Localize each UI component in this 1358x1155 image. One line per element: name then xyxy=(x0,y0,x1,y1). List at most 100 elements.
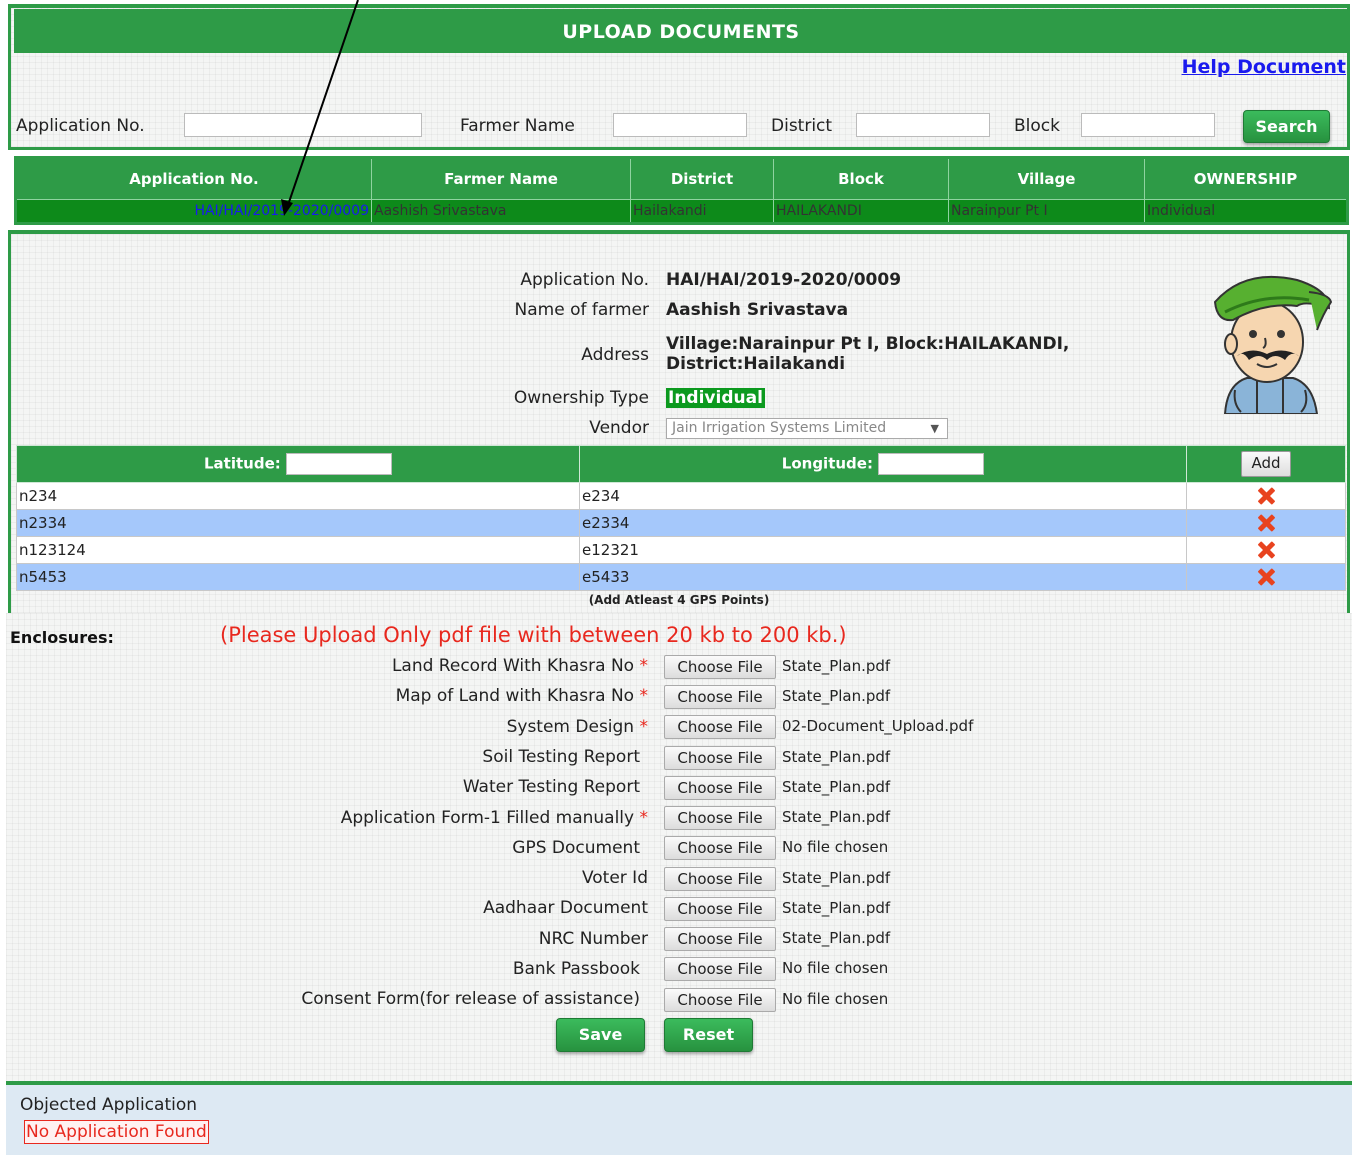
farmer-name-label: Name of farmer xyxy=(514,300,649,320)
chosen-file-name: No file chosen xyxy=(782,838,889,856)
application-no-link[interactable]: HAI/HAI/2019-2020/0009 xyxy=(15,199,372,224)
choose-file-button[interactable]: Choose File xyxy=(664,685,776,709)
address-label: Address xyxy=(581,345,649,365)
column-header-farmer-name: Farmer Name xyxy=(371,157,631,200)
gps-longitude-cell: e234 xyxy=(579,482,1187,510)
document-label-consent-form: Consent Form(for release of assistance) xyxy=(301,989,640,1009)
choose-file-button[interactable]: Choose File xyxy=(664,897,776,921)
chevron-down-icon: ▼ xyxy=(930,422,939,435)
gps-delete-cell xyxy=(1186,536,1346,564)
table-row: n234 e234 xyxy=(16,482,1346,510)
search-block-label: Block xyxy=(1014,116,1060,136)
longitude-header: Longitude: xyxy=(579,445,1187,483)
choose-file-button[interactable]: Choose File xyxy=(664,988,776,1012)
choose-file-button[interactable]: Choose File xyxy=(664,867,776,891)
choose-file-button[interactable]: Choose File xyxy=(664,746,776,770)
upload-size-note: (Please Upload Only pdf file with betwee… xyxy=(220,623,847,647)
search-block-input[interactable] xyxy=(1081,113,1215,137)
choose-file-button[interactable]: Choose File xyxy=(664,776,776,800)
save-button[interactable]: Save xyxy=(556,1018,645,1052)
chosen-file-name: State_Plan.pdf xyxy=(782,687,891,705)
address-line-1: Village:Narainpur Pt I, Block:HAILAKANDI… xyxy=(666,334,1070,354)
table-cell: Aashish Srivastava xyxy=(371,199,631,224)
choose-file-button[interactable]: Choose File xyxy=(664,655,776,679)
chosen-file-name: State_Plan.pdf xyxy=(782,657,891,675)
document-label-map-of-land: Map of Land with Khasra No * xyxy=(395,686,648,706)
document-label-nrc-number: NRC Number xyxy=(538,929,648,949)
vendor-select[interactable]: Jain Irrigation Systems Limited ▼ xyxy=(666,418,948,439)
latitude-header: Latitude: xyxy=(16,445,580,483)
search-farmer-name-label: Farmer Name xyxy=(460,116,575,136)
column-header-block: Block xyxy=(773,157,949,200)
table-cell: Narainpur Pt I xyxy=(948,199,1145,224)
gps-longitude-cell: e5433 xyxy=(579,563,1187,591)
table-cell: Hailakandi xyxy=(630,199,774,224)
address-line-2: District:Hailakandi xyxy=(666,354,846,374)
choose-file-button[interactable]: Choose File xyxy=(664,927,776,951)
gps-points-table: Latitude: Longitude: Add n234 e234 n2334… xyxy=(16,445,1346,591)
search-farmer-name-input[interactable] xyxy=(613,113,747,137)
gps-latitude-cell: n234 xyxy=(16,482,580,510)
document-label-gps: GPS Document xyxy=(512,838,640,858)
add-gps-button[interactable]: Add xyxy=(1241,451,1291,477)
no-application-message: No Application Found xyxy=(24,1120,209,1144)
choose-file-button[interactable]: Choose File xyxy=(664,715,776,739)
chosen-file-name: State_Plan.pdf xyxy=(782,929,891,947)
ownership-badge: Individual xyxy=(666,388,765,408)
ownership-type-label: Ownership Type xyxy=(513,388,649,408)
latitude-label: Latitude: xyxy=(204,454,281,473)
gps-latitude-cell: n2334 xyxy=(16,509,580,537)
table-cell: HAILAKANDI xyxy=(773,199,949,224)
search-application-no-label: Application No. xyxy=(16,116,145,136)
gps-longitude-cell: e12321 xyxy=(579,536,1187,564)
choose-file-button[interactable]: Choose File xyxy=(664,806,776,830)
chosen-file-name: No file chosen xyxy=(782,990,889,1008)
search-district-input[interactable] xyxy=(856,113,990,137)
column-header-district: District xyxy=(630,157,774,200)
vendor-label: Vendor xyxy=(589,418,649,438)
application-no-label: Application No. xyxy=(520,270,649,290)
add-gps-header: Add xyxy=(1186,445,1346,483)
table-row[interactable]: HAI/HAI/2019-2020/0009 Aashish Srivastav… xyxy=(15,199,1348,224)
farmer-avatar-icon xyxy=(1213,275,1333,414)
chosen-file-name: No file chosen xyxy=(782,959,889,977)
latitude-input[interactable] xyxy=(286,453,392,475)
reset-button[interactable]: Reset xyxy=(664,1018,753,1052)
search-application-no-input[interactable] xyxy=(184,113,422,137)
document-label-aadhaar: Aadhaar Document xyxy=(483,898,648,918)
delete-x-icon[interactable] xyxy=(1257,514,1275,532)
gps-delete-cell xyxy=(1186,563,1346,591)
help-document-link[interactable]: Help Document xyxy=(1182,56,1346,78)
search-button[interactable]: Search xyxy=(1243,110,1330,143)
enclosures-title: Enclosures: xyxy=(10,628,114,647)
choose-file-button[interactable]: Choose File xyxy=(664,957,776,981)
delete-x-icon[interactable] xyxy=(1257,541,1275,559)
chosen-file-name: State_Plan.pdf xyxy=(782,808,891,826)
document-label-soil-testing: Soil Testing Report xyxy=(482,747,640,767)
search-district-label: District xyxy=(771,116,833,136)
choose-file-button[interactable]: Choose File xyxy=(664,836,776,860)
chosen-file-name: State_Plan.pdf xyxy=(782,899,891,917)
document-label-bank-passbook: Bank Passbook xyxy=(512,959,640,979)
page-title: UPLOAD DOCUMENTS xyxy=(14,9,1348,53)
longitude-input[interactable] xyxy=(878,453,985,475)
table-row: n2334 e2334 xyxy=(16,509,1346,537)
chosen-file-name: State_Plan.pdf xyxy=(782,778,891,796)
column-header-application-no: Application No. xyxy=(15,157,372,200)
chosen-file-name: 02-Document_Upload.pdf xyxy=(782,717,974,735)
gps-delete-cell xyxy=(1186,482,1346,510)
gps-longitude-cell: e2334 xyxy=(579,509,1187,537)
delete-x-icon[interactable] xyxy=(1257,568,1275,586)
objected-application-title: Objected Application xyxy=(20,1095,198,1115)
document-label-system-design: System Design * xyxy=(506,717,648,737)
results-table: Application No. Farmer Name District Blo… xyxy=(14,156,1349,225)
document-label-water-testing: Water Testing Report xyxy=(462,777,640,797)
chosen-file-name: State_Plan.pdf xyxy=(782,869,891,887)
gps-delete-cell xyxy=(1186,509,1346,537)
document-label-land-record: Land Record With Khasra No * xyxy=(391,656,648,676)
farmer-name-value: Aashish Srivastava xyxy=(666,300,849,320)
delete-x-icon[interactable] xyxy=(1257,487,1275,505)
chosen-file-name: State_Plan.pdf xyxy=(782,748,891,766)
gps-latitude-cell: n5453 xyxy=(16,563,580,591)
gps-latitude-cell: n123124 xyxy=(16,536,580,564)
